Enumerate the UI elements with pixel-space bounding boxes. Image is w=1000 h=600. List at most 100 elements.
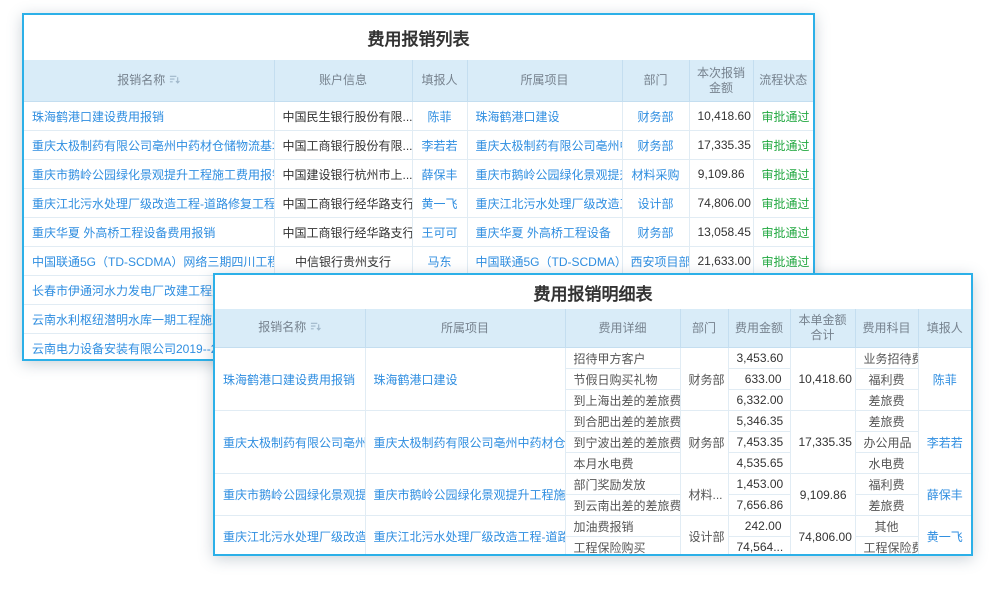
name-cell: 重庆华夏 外高桥工程设备费用报销: [24, 218, 274, 247]
name-cell: 重庆市鹅岭公园绿化景观提升工程施工费用报销: [24, 160, 274, 189]
detail-col-header-name[interactable]: 报销名称: [215, 309, 365, 348]
project-link[interactable]: 珠海鹤港口建设: [374, 373, 458, 387]
filler-cell: 薛保丰: [412, 160, 467, 189]
list-col-header-name[interactable]: 报销名称: [24, 60, 274, 102]
project-link[interactable]: 重庆江北污水处理厂级改造工...: [476, 197, 623, 211]
reimbursement-name-link[interactable]: 珠海鹤港口建设费用报销: [223, 373, 355, 387]
reimbursement-name-link[interactable]: 重庆江北污水处理厂级改造工程-道路修复工程费用...: [32, 197, 274, 211]
dept-link[interactable]: 设计部: [637, 197, 673, 211]
list-col-header-status: 流程状态: [753, 60, 813, 102]
dept-cell: 材料...: [680, 474, 728, 516]
project-link[interactable]: 珠海鹤港口建设: [476, 110, 560, 124]
expense-item-cell: 部门奖励发放: [565, 474, 680, 495]
expense-amount-cell: 3,453.60: [728, 348, 790, 369]
table-row: 重庆太极制药有限公司亳州中药材 重庆太极制药有限公司亳州中药材仓储物流 到合肥出…: [215, 411, 971, 432]
project-link[interactable]: 重庆市鹅岭公园绿化景观提升工程施工: [374, 488, 566, 502]
filler-cell: 黄一飞: [918, 516, 971, 557]
project-link[interactable]: 中国联通5G（TD-SCDMA）网...: [476, 255, 623, 269]
filler-link[interactable]: 李若若: [927, 436, 963, 450]
dept-cell: 财务部: [622, 131, 689, 160]
expense-item-cell: 到合肥出差的差旅费: [565, 411, 680, 432]
sort-icon[interactable]: [169, 74, 180, 89]
page-canvas: { "colors":{ "card_border":"#2cb0e8", "h…: [0, 0, 1000, 600]
filler-cell: 陈菲: [412, 102, 467, 131]
reimbursement-name-link[interactable]: 重庆市鹅岭公园绿化景观提升工程施工费用报销: [32, 168, 274, 182]
status-badge: 审批通过: [762, 226, 810, 240]
dept-link[interactable]: 财务部: [637, 110, 673, 124]
expense-item-cell: 到云南出差的差旅费: [565, 495, 680, 516]
name-cell: 重庆市鹅岭公园绿化景观提升工: [215, 474, 365, 516]
filler-link[interactable]: 薛保丰: [927, 488, 963, 502]
dept-cell: 西安项目部: [622, 247, 689, 276]
total-amount-cell: 17,335.35: [790, 411, 855, 474]
expense-amount-cell: 1,453.00: [728, 474, 790, 495]
list-col-header-filler: 填报人: [412, 60, 467, 102]
reimbursement-name-link[interactable]: 重庆华夏 外高桥工程设备费用报销: [32, 226, 215, 240]
table-row: 重庆太极制药有限公司亳州中药材仓储物流基地项... 中国工商银行股份有限... …: [24, 131, 813, 160]
category-cell: 其他: [855, 516, 918, 537]
reimbursement-name-link[interactable]: 重庆太极制药有限公司亳州中药材仓储物流基地项...: [32, 139, 274, 153]
dept-link[interactable]: 材料采购: [631, 168, 679, 182]
category-cell: 水电费: [855, 453, 918, 474]
status-cell: 审批通过: [753, 247, 813, 276]
name-cell: 重庆太极制药有限公司亳州中药材仓储物流基地项...: [24, 131, 274, 160]
total-amount-cell: 74,806.00: [790, 516, 855, 557]
project-link[interactable]: 重庆江北污水处理厂级改造工程-道路修复工: [374, 530, 566, 544]
project-link[interactable]: 重庆太极制药有限公司亳州中药材仓储物流: [374, 436, 566, 450]
expense-detail-card: 费用报销明细表 报销名称 所属项目 费用详细 部门 费用金额 本单金额合计 费用…: [213, 273, 973, 556]
status-cell: 审批通过: [753, 102, 813, 131]
account-cell: 中国工商银行经华路支行: [274, 218, 412, 247]
filler-link[interactable]: 马东: [427, 255, 451, 269]
detail-col-header-project: 所属项目: [365, 309, 565, 348]
dept-cell: 财务部: [680, 348, 728, 411]
reimbursement-name-link[interactable]: 珠海鹤港口建设费用报销: [32, 110, 164, 124]
total-amount-cell: 9,109.86: [790, 474, 855, 516]
account-cell: 中国建设银行杭州市上...: [274, 160, 412, 189]
expense-amount-cell: 4,535.65: [728, 453, 790, 474]
amount-cell: 21,633.00: [689, 247, 753, 276]
table-row: 珠海鹤港口建设费用报销 珠海鹤港口建设 招待甲方客户 财务部 3,453.60 …: [215, 348, 971, 369]
status-cell: 审批通过: [753, 218, 813, 247]
list-col-header-account: 账户信息: [274, 60, 412, 102]
table-row: 重庆市鹅岭公园绿化景观提升工程施工费用报销 中国建设银行杭州市上... 薛保丰 …: [24, 160, 813, 189]
expense-detail-title: 费用报销明细表: [215, 275, 971, 309]
dept-link[interactable]: 西安项目部: [631, 255, 690, 269]
project-link[interactable]: 重庆太极制药有限公司亳州中...: [476, 139, 623, 153]
category-cell: 办公用品: [855, 432, 918, 453]
filler-link[interactable]: 陈菲: [427, 110, 451, 124]
filler-link[interactable]: 薛保丰: [421, 168, 457, 182]
detail-col-header-category: 费用科目: [855, 309, 918, 348]
project-cell: 重庆江北污水处理厂级改造工...: [467, 189, 622, 218]
project-cell: 重庆太极制药有限公司亳州中药材仓储物流: [365, 411, 565, 474]
dept-cell: 财务部: [622, 102, 689, 131]
project-link[interactable]: 重庆华夏 外高桥工程设备: [476, 226, 611, 240]
expense-item-cell: 本月水电费: [565, 453, 680, 474]
list-col-header-amount: 本次报销金额: [689, 60, 753, 102]
reimbursement-name-link[interactable]: 重庆市鹅岭公园绿化景观提升工: [223, 488, 365, 502]
category-cell: 差旅费: [855, 495, 918, 516]
amount-cell: 10,418.60: [689, 102, 753, 131]
name-cell: 重庆太极制药有限公司亳州中药材: [215, 411, 365, 474]
filler-link[interactable]: 李若若: [421, 139, 457, 153]
filler-cell: 李若若: [918, 411, 971, 474]
filler-link[interactable]: 黄一飞: [927, 530, 963, 544]
reimbursement-name-link[interactable]: 中国联通5G（TD-SCDMA）网络三期四川工程费...: [32, 255, 274, 269]
dept-link[interactable]: 财务部: [637, 139, 673, 153]
filler-cell: 李若若: [412, 131, 467, 160]
reimbursement-name-link[interactable]: 重庆江北污水处理厂级改造工程-: [223, 530, 365, 544]
amount-cell: 17,335.35: [689, 131, 753, 160]
detail-header-row: 报销名称 所属项目 费用详细 部门 费用金额 本单金额合计 费用科目 填报人: [215, 309, 971, 348]
filler-link[interactable]: 黄一飞: [421, 197, 457, 211]
project-cell: 重庆市鹅岭公园绿化景观提升工程施工: [365, 474, 565, 516]
dept-link[interactable]: 财务部: [637, 226, 673, 240]
reimbursement-name-link[interactable]: 重庆太极制药有限公司亳州中药材: [223, 436, 365, 450]
project-link[interactable]: 重庆市鹅岭公园绿化景观提升...: [476, 168, 623, 182]
amount-cell: 13,058.45: [689, 218, 753, 247]
sort-icon[interactable]: [310, 321, 321, 336]
account-cell: 中国民生银行股份有限...: [274, 102, 412, 131]
table-row: 重庆江北污水处理厂级改造工程-道路修复工程费用... 中国工商银行经华路支行 黄…: [24, 189, 813, 218]
category-cell: 差旅费: [855, 390, 918, 411]
filler-link[interactable]: 陈菲: [933, 373, 957, 387]
filler-link[interactable]: 王可可: [421, 226, 457, 240]
name-cell: 重庆江北污水处理厂级改造工程-: [215, 516, 365, 557]
